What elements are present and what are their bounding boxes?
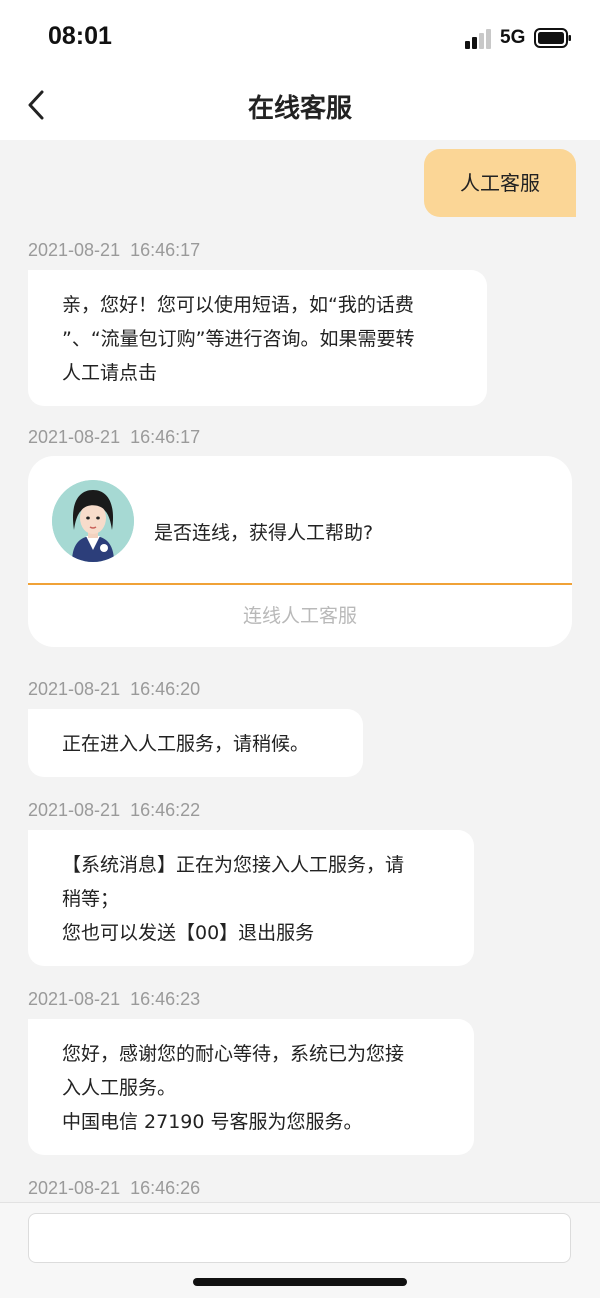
user-message-bubble: 人工客服 bbox=[424, 149, 576, 217]
message-line: 人工请点击 bbox=[62, 362, 158, 384]
message-timestamp: 2021-08-21 16:46:26 bbox=[28, 1178, 201, 1198]
status-time: 08:01 bbox=[48, 22, 112, 50]
bot-message-bubble: 正在进入人工服务，请稍候。 bbox=[28, 709, 363, 777]
message-timestamp: 2021-08-21 16:46:17 bbox=[28, 240, 201, 260]
battery-icon bbox=[534, 28, 571, 48]
nav-bar: 在线客服 bbox=[0, 70, 600, 140]
signal-icon bbox=[465, 29, 491, 49]
message-line: 稍等； bbox=[62, 888, 120, 910]
agent-avatar-icon bbox=[52, 480, 134, 562]
message-line: ”、“流量包订购”等进行咨询。如果需要转 bbox=[62, 328, 415, 350]
status-bar: 08:01 5G bbox=[0, 0, 600, 70]
message-timestamp: 2021-08-21 16:46:23 bbox=[28, 989, 201, 1009]
message-line: 【系统消息】正在为您接入人工服务，请 bbox=[62, 854, 405, 876]
message-timestamp: 2021-08-21 16:46:22 bbox=[28, 800, 201, 820]
message-line: 您也可以发送【00】退出服务 bbox=[62, 922, 315, 944]
message-line: 中国电信 27190 号客服为您服务。 bbox=[62, 1111, 363, 1133]
page-title: 在线客服 bbox=[247, 94, 352, 124]
connect-agent-card: 是否连线，获得人工帮助? 连线人工客服 bbox=[28, 456, 572, 647]
chat-input[interactable] bbox=[28, 1213, 571, 1263]
connect-question: 是否连线，获得人工帮助? bbox=[154, 522, 374, 544]
bot-message-bubble: 您好，感谢您的耐心等待，系统已为您接 入人工服务。 中国电信 27190 号客服… bbox=[28, 1019, 474, 1155]
bot-message-bubble: 亲，您好！您可以使用短语，如“我的话费 ”、“流量包订购”等进行咨询。如果需要转… bbox=[28, 270, 487, 406]
message-line: 入人工服务。 bbox=[62, 1077, 177, 1099]
message-line: 正在进入人工服务，请稍候。 bbox=[62, 733, 310, 755]
connect-agent-button[interactable]: 连线人工客服 bbox=[28, 585, 572, 647]
home-indicator bbox=[193, 1278, 407, 1286]
network-type: 5G bbox=[500, 27, 526, 48]
message-timestamp: 2021-08-21 16:46:20 bbox=[28, 679, 201, 699]
message-timestamp: 2021-08-21 16:46:17 bbox=[28, 427, 201, 447]
message-line: 亲，您好！您可以使用短语，如“我的话费 bbox=[62, 294, 414, 316]
bot-message-bubble: 【系统消息】正在为您接入人工服务，请 稍等； 您也可以发送【00】退出服务 bbox=[28, 830, 474, 966]
input-bar bbox=[0, 1202, 600, 1298]
message-line: 您好，感谢您的耐心等待，系统已为您接 bbox=[62, 1043, 405, 1065]
